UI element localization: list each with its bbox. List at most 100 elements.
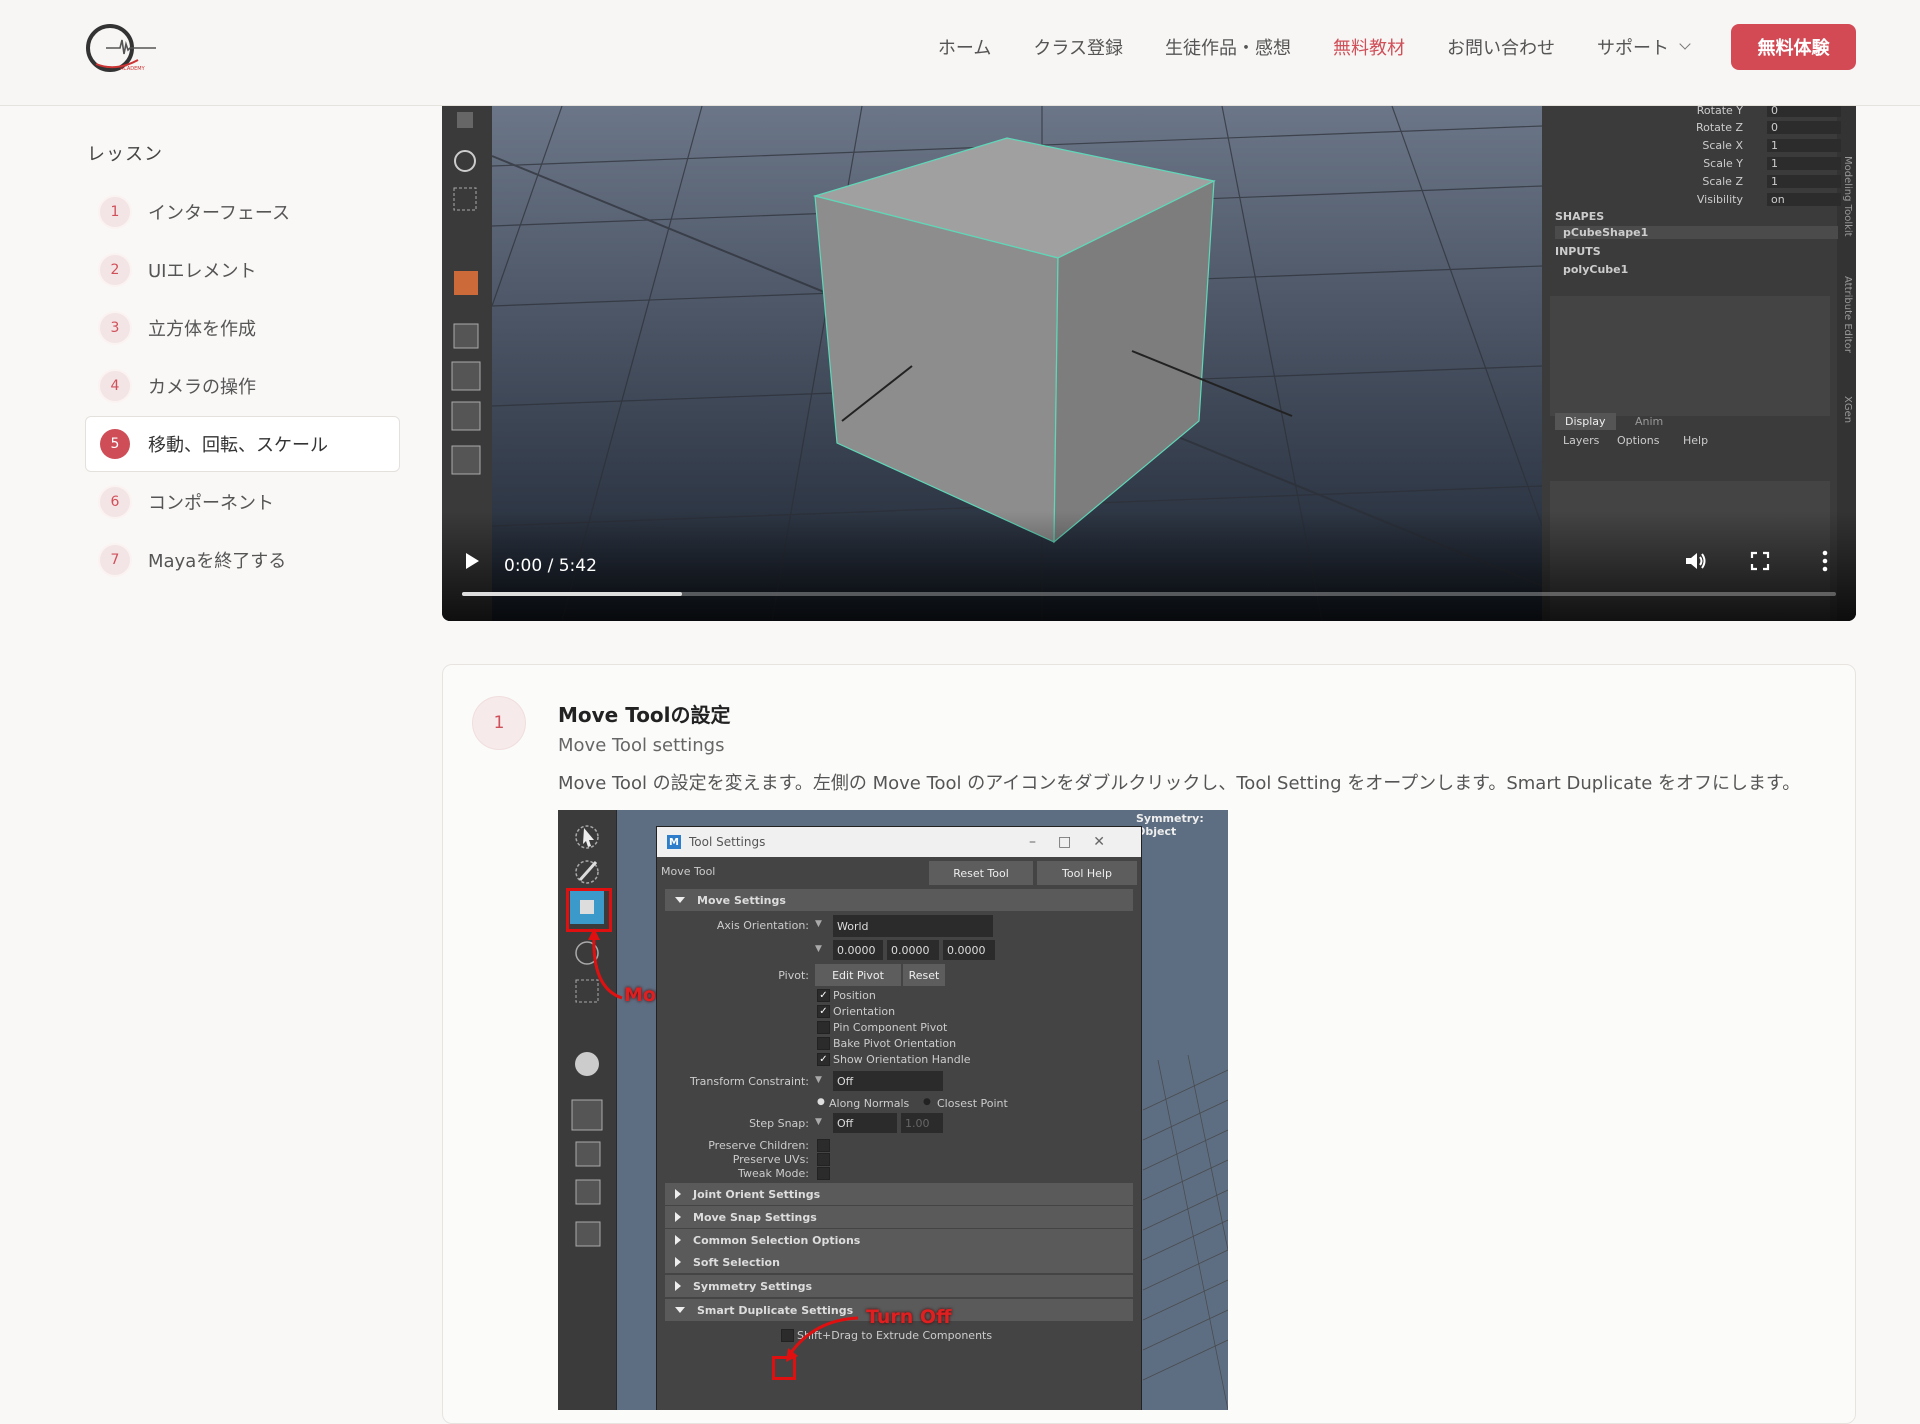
move-settings-body: Axis Orientation: ▼ World ▼ 0.0000 0.000… xyxy=(657,913,1141,1251)
tweak-mode-label: Tweak Mode: xyxy=(738,1167,809,1180)
free-trial-button[interactable]: 無料体験 xyxy=(1731,24,1856,70)
pivot-label: Pivot: xyxy=(778,969,809,982)
lesson-number: 1 xyxy=(100,197,130,227)
section-symmetry[interactable]: Symmetry Settings xyxy=(665,1275,1133,1297)
menu-help[interactable]: Help xyxy=(1683,434,1708,447)
preserve-uvs-label: Preserve UVs: xyxy=(732,1153,809,1166)
volume-icon[interactable] xyxy=(1684,551,1708,571)
shape-name: pCubeShape1 xyxy=(1555,226,1838,239)
axis-orientation-select[interactable]: World xyxy=(833,915,993,937)
tab-anim[interactable]: Anim xyxy=(1625,413,1673,430)
academy-logo[interactable]: ACADEMY xyxy=(86,20,158,76)
triangle-right-icon xyxy=(675,1212,681,1222)
show-orientation-handle-label: Show Orientation Handle xyxy=(833,1053,971,1066)
nav-free-materials[interactable]: 無料教材 xyxy=(1333,34,1405,60)
video-progress-bar[interactable] xyxy=(462,592,1836,596)
step-snap-value[interactable]: 1.00 xyxy=(901,1113,943,1133)
lesson-number: 5 xyxy=(100,429,130,459)
video-time: 0:00 / 5:42 xyxy=(504,556,597,576)
nav-class-registration[interactable]: クラス登録 xyxy=(1033,34,1123,60)
lesson-number: 3 xyxy=(100,313,130,343)
channel-row: Scale Y xyxy=(1703,157,1743,170)
radio-unselected-icon[interactable]: ● xyxy=(923,1097,931,1107)
input-name: polyCube1 xyxy=(1563,263,1629,276)
lesson-number: 6 xyxy=(100,487,130,517)
lesson-label: 立方体を作成 xyxy=(148,319,256,340)
lesson-number: 2 xyxy=(100,255,130,285)
tweak-mode-checkbox[interactable] xyxy=(817,1167,830,1180)
lesson-item-2[interactable]: 2 UIエレメント xyxy=(85,242,400,298)
video-controls xyxy=(442,511,1856,621)
channel-value: 0 xyxy=(1767,121,1841,134)
side-tab-attribute-editor[interactable]: Attribute Editor xyxy=(1841,276,1853,376)
more-options-icon[interactable] xyxy=(1822,549,1828,573)
channel-value: 1 xyxy=(1767,175,1841,188)
orientation-checkbox[interactable]: ✓ xyxy=(817,1005,830,1018)
transform-constraint-select[interactable]: Off xyxy=(833,1071,943,1091)
lesson-video-player[interactable]: Rotate Y 0 Rotate Z 0 Scale X 1 Scale Y … xyxy=(442,106,1856,621)
lesson-label: カメラの操作 xyxy=(148,377,256,398)
section-label: Symmetry Settings xyxy=(693,1279,813,1293)
channel-row: Visibility xyxy=(1696,193,1743,206)
show-orientation-handle-checkbox[interactable]: ✓ xyxy=(817,1053,830,1066)
section-common-selection[interactable]: Common Selection Options xyxy=(665,1229,1133,1251)
channel-row: Rotate Y xyxy=(1696,106,1743,117)
step-subtitle: Move Tool settings xyxy=(558,735,725,756)
section-label: Move Snap Settings xyxy=(693,1210,817,1224)
lesson-item-5[interactable]: 5 移動、回転、スケール xyxy=(85,416,400,472)
nav-support[interactable]: サポート xyxy=(1597,34,1691,60)
bake-pivot-orientation-checkbox[interactable] xyxy=(817,1037,830,1050)
nav-contact[interactable]: お問い合わせ xyxy=(1447,34,1555,60)
lesson-item-3[interactable]: 3 立方体を作成 xyxy=(85,300,400,356)
position-label: Position xyxy=(833,989,876,1002)
tab-display[interactable]: Display xyxy=(1555,413,1616,430)
axis-x-field[interactable]: 0.0000 xyxy=(833,940,883,960)
dropdown-arrow-icon: ▼ xyxy=(815,1075,822,1085)
side-tab-modeling-toolkit[interactable]: Modeling Toolkit xyxy=(1841,156,1853,256)
play-icon[interactable] xyxy=(466,553,479,569)
lesson-item-6[interactable]: 6 コンポーネント xyxy=(85,474,400,530)
tool-name: Move Tool xyxy=(661,865,716,878)
step-snap-select[interactable]: Off xyxy=(833,1113,897,1133)
pin-component-pivot-checkbox[interactable] xyxy=(817,1021,830,1034)
chevron-down-icon xyxy=(1679,38,1691,50)
edit-pivot-button[interactable]: Edit Pivot xyxy=(815,964,901,986)
preserve-uvs-checkbox[interactable] xyxy=(817,1153,830,1166)
triangle-down-icon xyxy=(675,897,685,903)
menu-layers[interactable]: Layers xyxy=(1563,434,1599,447)
triangle-right-icon xyxy=(675,1257,681,1267)
axis-z-field[interactable]: 0.0000 xyxy=(943,940,995,960)
site-header: ACADEMY ホーム クラス登録 生徒作品・感想 無料教材 お問い合わせ サポ… xyxy=(0,0,1920,106)
channel-box: Rotate Y 0 Rotate Z 0 Scale X 1 Scale Y … xyxy=(1547,106,1841,447)
section-move-snap[interactable]: Move Snap Settings xyxy=(665,1206,1133,1228)
menu-options[interactable]: Options xyxy=(1617,434,1659,447)
section-soft-selection[interactable]: Soft Selection xyxy=(665,1251,1133,1273)
channel-row: Scale Z xyxy=(1702,175,1743,188)
window-controls-icon[interactable]: –□✕ xyxy=(1029,834,1127,850)
section-move-settings[interactable]: Move Settings xyxy=(665,889,1133,911)
position-checkbox[interactable]: ✓ xyxy=(817,989,830,1002)
lesson-item-4[interactable]: 4 カメラの操作 xyxy=(85,358,400,414)
reset-tool-button[interactable]: Reset Tool xyxy=(929,861,1033,885)
nav-student-works[interactable]: 生徒作品・感想 xyxy=(1165,34,1291,60)
dropdown-arrow-icon: ▼ xyxy=(815,944,822,954)
step-title: Move Toolの設定 xyxy=(558,703,731,727)
section-joint-orient[interactable]: Joint Orient Settings xyxy=(665,1183,1133,1205)
reset-pivot-button[interactable]: Reset xyxy=(903,964,945,986)
tool-help-button[interactable]: Tool Help xyxy=(1037,861,1137,885)
orientation-label: Orientation xyxy=(833,1005,896,1018)
preserve-children-label: Preserve Children: xyxy=(708,1139,809,1152)
radio-selected-icon[interactable]: ● xyxy=(817,1097,825,1107)
axis-orientation-label: Axis Orientation: xyxy=(716,919,809,932)
nav-support-label: サポート xyxy=(1597,38,1669,59)
fullscreen-icon[interactable] xyxy=(1750,551,1770,571)
axis-y-field[interactable]: 0.0000 xyxy=(887,940,939,960)
lesson-item-7[interactable]: 7 Mayaを終了する xyxy=(85,532,400,588)
symmetry-label: Symmetry: Object xyxy=(1136,812,1204,838)
lesson-item-1[interactable]: 1 インターフェース xyxy=(85,184,400,240)
side-tab-xgen[interactable]: XGen xyxy=(1841,396,1853,436)
preserve-children-checkbox[interactable] xyxy=(817,1139,830,1152)
window-titlebar: M Tool Settings –□✕ xyxy=(657,827,1141,857)
triangle-right-icon xyxy=(675,1281,681,1291)
nav-home[interactable]: ホーム xyxy=(938,34,991,60)
